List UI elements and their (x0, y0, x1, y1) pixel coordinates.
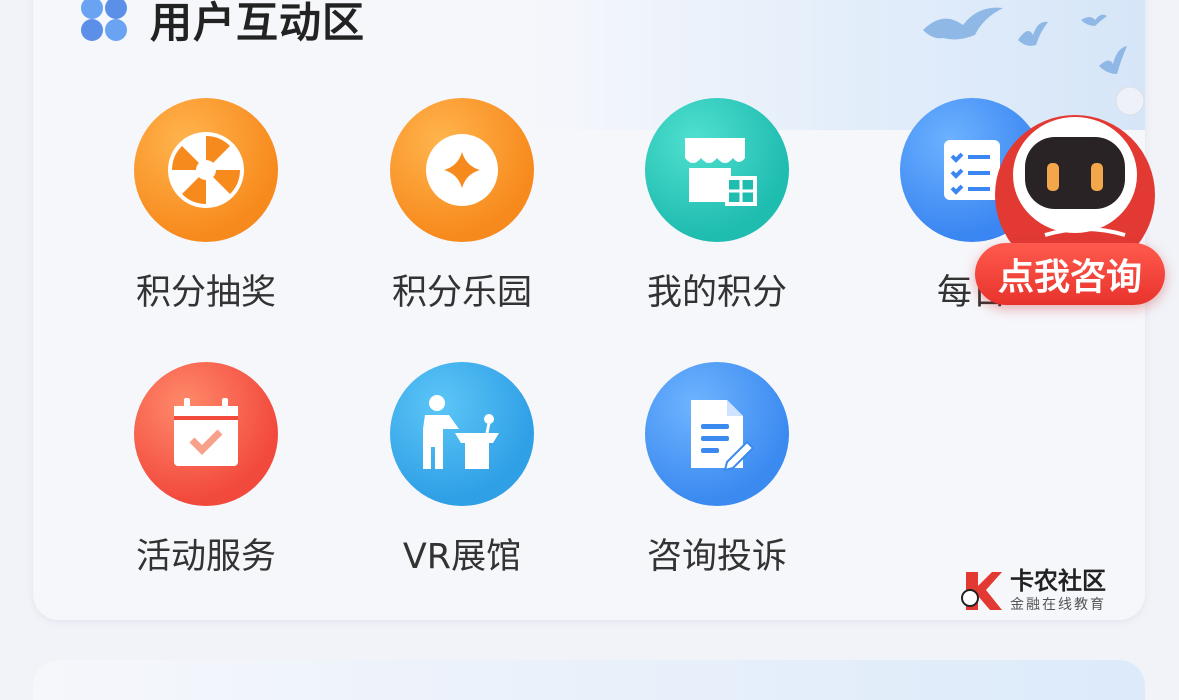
lottery-wheel-icon (134, 98, 278, 242)
item-vr-hall[interactable]: VR展馆 (362, 362, 562, 579)
bird-icon (1099, 46, 1127, 74)
item-points-park[interactable]: 积分乐园 (362, 98, 562, 315)
bird-icon (1081, 14, 1107, 26)
item-consult-complaint[interactable]: 咨询投诉 (617, 362, 817, 579)
item-label: 咨询投诉 (646, 537, 787, 577)
lecture-podium-icon (390, 362, 534, 506)
section-title: 用户互动区 (150, 0, 366, 47)
item-label: 积分乐园 (391, 273, 532, 313)
item-label: VR展馆 (402, 537, 522, 577)
item-label: 我的积分 (646, 273, 787, 313)
item-activity-service[interactable]: 活动服务 (106, 362, 306, 579)
clover-icon (81, 0, 127, 41)
item-label: 活动服务 (135, 537, 276, 577)
item-lottery[interactable]: 积分抽奖 (106, 98, 306, 315)
assistant-float[interactable]: 点我咨询 (975, 85, 1175, 315)
item-label: 积分抽奖 (135, 273, 276, 313)
bird-icon (923, 7, 1003, 40)
store-icon (645, 98, 789, 242)
robot-icon (995, 86, 1155, 275)
bird-icon (1018, 21, 1048, 46)
coin-icon (390, 98, 534, 242)
section-header: 用户互动区 (78, 0, 365, 47)
kanong-logo-icon (961, 572, 1002, 610)
item-my-points[interactable]: 我的积分 (617, 98, 817, 315)
watermark-tagline: 金融在线教育 (1010, 597, 1106, 613)
calendar-check-icon (134, 362, 278, 506)
watermark-brand: 卡农社区 (1010, 567, 1106, 595)
watermark: 卡农社区 金融在线教育 (958, 568, 1106, 614)
document-edit-icon (645, 362, 789, 506)
next-card-edge (33, 660, 1145, 700)
assistant-label[interactable]: 点我咨询 (975, 243, 1165, 305)
